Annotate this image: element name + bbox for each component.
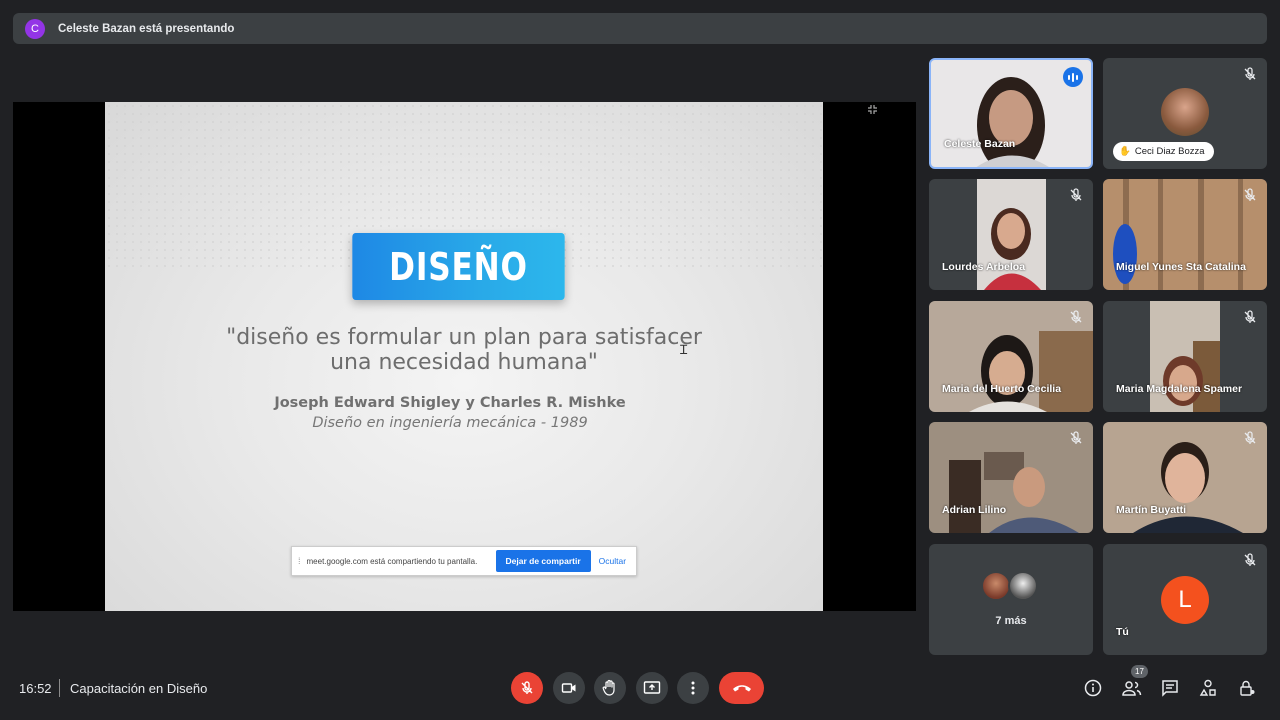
mic-off-icon (1244, 310, 1256, 323)
participant-avatar (1008, 571, 1038, 601)
collapse-fullscreen-icon[interactable] (865, 104, 879, 118)
info-icon (1084, 679, 1102, 697)
hide-button[interactable]: Ocultar (599, 556, 626, 566)
participant-name: Miguel Yunes Sta Catalina (1116, 261, 1246, 273)
chat-icon (1162, 680, 1178, 697)
camera-icon (561, 683, 576, 693)
camera-toggle-button[interactable] (553, 672, 585, 704)
mic-off-icon (1070, 310, 1082, 323)
presentation-stage[interactable]: DISEÑO "diseño es formular un plan para … (13, 102, 916, 611)
more-options-button[interactable] (677, 672, 709, 704)
present-icon (643, 681, 661, 694)
chat-button[interactable] (1158, 676, 1182, 700)
stop-sharing-button[interactable]: Dejar de compartir (495, 550, 591, 572)
drag-handle-icon[interactable]: ⁞ (298, 556, 301, 566)
participant-tile-maria-magdalena[interactable]: Maria Magdalena Spamer (1103, 301, 1267, 412)
self-avatar: L (1161, 576, 1209, 624)
screen-share-bar: ⁞ meet.google.com está compartiendo tu p… (291, 546, 637, 576)
microphone-toggle-button[interactable] (511, 672, 543, 704)
participant-name: Celeste Bazan (944, 138, 1016, 150)
participant-tile-adrian[interactable]: Adrian Lilino (929, 422, 1093, 533)
phone-hangup-icon (732, 685, 751, 692)
participant-avatar (1161, 88, 1209, 136)
divider (59, 679, 60, 697)
slide-book: Diseño en ingeniería mecánica - 1989 (312, 415, 588, 431)
present-screen-button[interactable] (636, 672, 668, 704)
participant-name: Lourdes Arbeloa (942, 261, 1026, 273)
mic-off-icon (1070, 431, 1082, 444)
share-message: meet.google.com está compartiendo tu pan… (306, 556, 478, 566)
presenter-avatar: C (25, 18, 45, 39)
presenting-text: Celeste Bazan está presentando (58, 22, 235, 35)
participant-name: Martín Buyatti (1116, 504, 1187, 516)
more-avatars (981, 571, 1038, 601)
presenting-banner: C Celeste Bazan está presentando (13, 13, 1267, 44)
participant-name: Maria Magdalena Spamer (1116, 383, 1243, 395)
host-controls-button[interactable] (1235, 676, 1259, 700)
slide-quote: "diseño es formular un plan para satisfa… (105, 325, 823, 375)
participant-tile-celeste[interactable]: Celeste Bazan (929, 58, 1093, 169)
mic-off-icon (1244, 67, 1256, 80)
bottom-toolbar: 16:52 Capacitación en Diseño 17 (0, 660, 1280, 720)
leave-call-button[interactable] (719, 672, 764, 704)
meeting-details-button[interactable] (1081, 676, 1105, 700)
hand-icon (602, 679, 615, 696)
participant-tile-maria-huerto[interactable]: Maria del Huerto Cecilia (929, 301, 1093, 412)
participant-name: Adrian Lilino (942, 504, 1007, 516)
participant-tile-lourdes[interactable]: Lourdes Arbeloa (929, 179, 1093, 290)
speaking-indicator-icon (1063, 67, 1083, 87)
participants-button[interactable] (1120, 676, 1144, 700)
self-tile[interactable]: L Tú (1103, 544, 1267, 655)
participant-count-badge: 17 (1131, 665, 1148, 678)
participant-tile-ceci[interactable]: ✋ Ceci Diaz Bozza (1103, 58, 1267, 169)
hand-raised-label: ✋ Ceci Diaz Bozza (1113, 142, 1214, 161)
mic-off-icon (1244, 553, 1256, 566)
shared-slide: DISEÑO "diseño es formular un plan para … (105, 102, 823, 611)
people-icon (1122, 681, 1142, 696)
meeting-title: Capacitación en Diseño (70, 681, 208, 696)
participant-name: Ceci Diaz Bozza (1134, 146, 1205, 157)
activities-button[interactable] (1196, 676, 1220, 700)
more-participants-label: 7 más (995, 615, 1027, 627)
text-cursor-icon: Ɪ (680, 342, 688, 357)
lock-person-icon (1240, 680, 1255, 696)
self-label: Tú (1116, 626, 1129, 638)
slide-quote-line2: una necesidad humana" (330, 350, 598, 375)
participant-tile-martin[interactable]: Martín Buyatti (1103, 422, 1267, 533)
meet-window: C Celeste Bazan está presentando DISEÑO … (0, 0, 1280, 720)
mic-off-icon (1070, 188, 1082, 201)
mic-off-icon (1244, 188, 1256, 201)
mic-off-icon (521, 681, 533, 694)
participant-avatar (981, 571, 1011, 601)
participant-name: Maria del Huerto Cecilia (942, 383, 1062, 395)
more-vert-icon (691, 681, 695, 695)
slide-author: Joseph Edward Shigley y Charles R. Mishk… (274, 395, 626, 411)
slide-quote-line1: "diseño es formular un plan para satisfa… (226, 325, 702, 350)
slide-title: DISEÑO (352, 233, 565, 300)
clock: 16:52 (19, 681, 52, 696)
hand-raised-icon: ✋ (1119, 146, 1131, 157)
activities-icon (1199, 679, 1216, 696)
participant-tile-miguel[interactable]: Miguel Yunes Sta Catalina (1103, 179, 1267, 290)
raise-hand-button[interactable] (594, 672, 626, 704)
more-participants-tile[interactable]: 7 más (929, 544, 1093, 655)
mic-off-icon (1244, 431, 1256, 444)
